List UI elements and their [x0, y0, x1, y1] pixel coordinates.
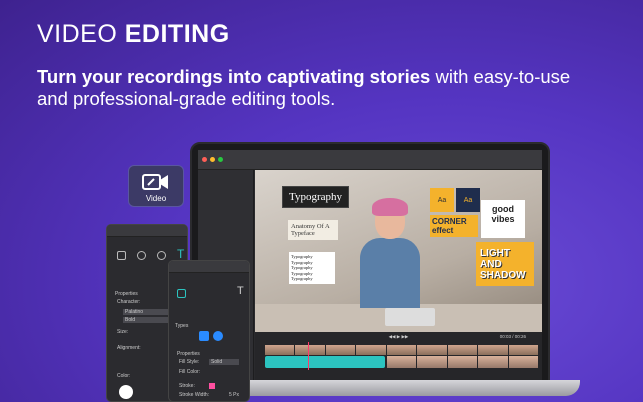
page-title: VIDEO EDITING [37, 20, 230, 49]
speech-bubble-icon[interactable] [157, 251, 166, 260]
stroke-width-label: Stroke Width: [179, 392, 210, 398]
title-bold: EDITING [124, 20, 230, 48]
fill-style-select[interactable]: Solid [209, 359, 239, 365]
video-tile-label: Video [145, 194, 167, 203]
color-label: Color: [117, 373, 131, 379]
selected-clip[interactable] [265, 356, 385, 368]
typography-card[interactable]: Typography [282, 186, 349, 208]
video-edit-icon [142, 174, 168, 190]
corner-sticker[interactable]: CORNER effect [430, 215, 478, 237]
types-heading: Types [175, 323, 189, 329]
fill-color-label: Fill Color: [179, 369, 201, 375]
tagline: Turn your recordings into captivating st… [37, 66, 597, 110]
aa-sticker-light[interactable]: Aa [430, 188, 454, 212]
light-shadow-sticker[interactable]: LIGHT AND SHADOW [476, 242, 534, 286]
anatomy-card[interactable]: Anatomy Of A Typeface [288, 220, 338, 240]
presenter [355, 198, 425, 308]
aa-sticker-dark[interactable]: Aa [456, 188, 480, 212]
minimize-button[interactable] [210, 157, 215, 162]
zoom-button[interactable] [218, 157, 223, 162]
properties-heading: Properties [115, 291, 138, 297]
video-tool-tile[interactable]: Video [128, 165, 184, 207]
properties-heading: Properties [177, 351, 200, 357]
fill-style-label: Fill Style: [179, 359, 200, 365]
close-button[interactable] [202, 157, 207, 162]
timecode: 00:03 / 00:26 [499, 334, 526, 339]
video-canvas[interactable]: Typography Anatomy Of A Typeface Typogra… [255, 170, 542, 332]
timeline[interactable]: ◀◀ ▶ ▶▶ 00:03 / 00:26 [255, 332, 542, 383]
window-controls[interactable] [202, 157, 223, 162]
rectangle-icon[interactable] [177, 289, 186, 298]
weight-select[interactable]: Bold [123, 317, 173, 323]
playhead[interactable] [308, 342, 309, 370]
typography-stack-card[interactable]: Typography Typography Typography Typogra… [289, 252, 335, 284]
circle-type-button[interactable] [213, 331, 223, 341]
video-track[interactable] [265, 345, 538, 355]
stroke-width-value: 5 Px [229, 392, 240, 398]
app-toolbar [198, 150, 542, 170]
color-swatch-white[interactable] [119, 385, 133, 399]
pen-icon[interactable] [137, 251, 146, 260]
desk-laptop [385, 308, 435, 326]
character-label: Character: [117, 299, 141, 305]
text-tool-icon[interactable]: T [237, 285, 244, 297]
rectangle-icon[interactable] [117, 251, 126, 260]
shape-panel: T Types Properties Fill Style: Solid Fil… [168, 260, 250, 402]
text-tool-icon[interactable]: T [177, 247, 184, 261]
square-type-button[interactable] [199, 331, 209, 341]
tagline-bold: Turn your recordings into captivating st… [37, 66, 431, 87]
clip-track[interactable] [387, 356, 539, 368]
title-light: VIDEO [37, 20, 118, 48]
good-vibes-sticker[interactable]: good vibes [481, 200, 525, 238]
stroke-label: Stroke: [179, 383, 195, 389]
alignment-label: Alignment: [117, 345, 141, 351]
font-select[interactable]: Palatino [123, 309, 173, 315]
size-label: Size: [117, 329, 129, 335]
stroke-color-swatch[interactable] [209, 383, 215, 389]
